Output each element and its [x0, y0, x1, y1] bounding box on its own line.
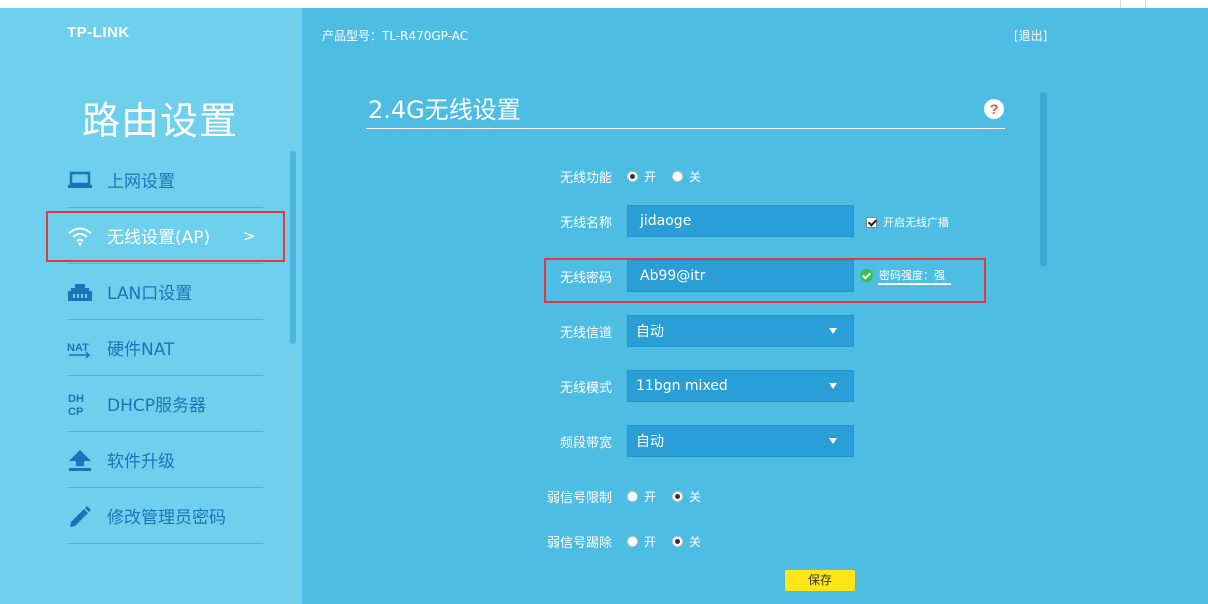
broadcast-label: 开启无线广播 — [883, 216, 949, 229]
wifi-icon — [67, 223, 93, 249]
wireless-func-off-radio[interactable] — [672, 171, 684, 182]
caret-down-icon — [829, 383, 837, 389]
sidebar-item-lan[interactable]: LAN口设置 — [67, 264, 263, 320]
logout-link[interactable]: [退出] — [1014, 27, 1047, 44]
weak-limit-radio-group: 开 关 — [627, 488, 717, 505]
caret-down-icon — [829, 328, 837, 334]
section-title: 2.4G无线设置 — [368, 96, 521, 124]
main-panel: 产品型号：TL-R470GP-AC [退出] 2.4G无线设置 ? 无线功能 开… — [302, 8, 1208, 604]
sidebar-title: 路由设置 — [82, 99, 239, 143]
channel-value: 自动 — [636, 324, 664, 340]
weak-limit-on-radio[interactable] — [627, 491, 638, 502]
top-strip — [0, 0, 1208, 8]
divider — [1120, 0, 1121, 8]
password-strength-bar — [878, 283, 951, 285]
sidebar-item-label: 软件升级 — [107, 452, 175, 472]
password-strength-text: 密码强度：强 — [879, 269, 945, 282]
ssid-label: 无线名称 — [559, 216, 612, 231]
svg-text:DH: DH — [68, 393, 84, 405]
nat-icon: NAT — [67, 335, 93, 361]
product-model: 产品型号：TL-R470GP-AC — [322, 29, 469, 43]
sidebar-item-admin-password[interactable]: 修改管理员密码 — [67, 488, 263, 544]
radio-label: 关 — [689, 170, 702, 184]
radio-label: 关 — [689, 535, 702, 549]
bandwidth-select[interactable]: 自动 — [627, 425, 854, 457]
weak-kick-label: 弱信号踢除 — [546, 536, 612, 551]
dhcp-icon: DH CP — [67, 391, 93, 417]
pencil-icon — [67, 503, 93, 529]
broadcast-checkbox-group: 开启无线广播 — [866, 214, 949, 230]
wireless-func-radio-group: 开 关 — [627, 168, 717, 185]
divider — [1145, 0, 1146, 8]
broadcast-checkbox[interactable] — [866, 216, 877, 228]
help-icon[interactable]: ? — [984, 99, 1004, 119]
radio-label: 关 — [689, 490, 702, 504]
sidebar-item-dhcp[interactable]: DH CP DHCP服务器 — [67, 376, 263, 432]
chevron-right-icon: > — [243, 226, 256, 245]
lan-port-icon — [67, 279, 93, 305]
bandwidth-value: 自动 — [636, 434, 664, 450]
password-input[interactable]: Ab99@itr — [627, 260, 854, 292]
sidebar-item-internet[interactable]: 上网设置 — [67, 152, 263, 208]
channel-label: 无线信道 — [559, 326, 612, 341]
wireless-func-label: 无线功能 — [559, 171, 612, 186]
password-label: 无线密码 — [559, 271, 612, 286]
mode-value: 11bgn mixed — [636, 378, 728, 394]
bandwidth-label: 频段带宽 — [559, 436, 612, 451]
upload-arrow-icon — [67, 447, 93, 473]
weak-kick-radio-group: 开 关 — [627, 533, 717, 550]
sidebar-item-label: 修改管理员密码 — [107, 508, 226, 528]
sidebar-item-label: 无线设置(AP) — [107, 228, 211, 248]
wireless-func-on-radio[interactable] — [627, 171, 638, 182]
svg-text:NAT: NAT — [67, 342, 89, 354]
sidebar-item-label: LAN口设置 — [107, 284, 193, 304]
radio-label: 开 — [644, 170, 657, 184]
svg-text:CP: CP — [68, 406, 83, 417]
main-scrollbar[interactable] — [1040, 92, 1047, 266]
check-circle-icon — [860, 268, 873, 282]
sidebar-item-wireless[interactable]: 无线设置(AP) > — [67, 208, 263, 264]
sidebar-item-nat[interactable]: NAT 硬件NAT — [67, 320, 263, 376]
sidebar-item-label: 上网设置 — [107, 172, 175, 192]
sidebar-item-label: DHCP服务器 — [107, 396, 206, 416]
brand-logo: TP-LINK — [67, 24, 130, 41]
sidebar-item-label: 硬件NAT — [107, 340, 175, 360]
ssid-input[interactable]: jidaoge — [627, 205, 854, 237]
caret-down-icon — [829, 438, 837, 444]
password-strength: 密码强度：强 — [860, 267, 945, 283]
channel-select[interactable]: 自动 — [627, 315, 854, 347]
section-divider — [366, 128, 1005, 129]
radio-label: 开 — [644, 535, 657, 549]
radio-label: 开 — [644, 490, 657, 504]
sidebar-scrollbar[interactable] — [290, 151, 296, 344]
laptop-icon — [67, 167, 93, 193]
weak-limit-label: 弱信号限制 — [546, 491, 612, 506]
weak-kick-on-radio[interactable] — [627, 536, 638, 547]
mode-label: 无线模式 — [559, 381, 612, 396]
weak-limit-off-radio[interactable] — [672, 491, 684, 502]
save-button[interactable]: 保存 — [785, 570, 855, 591]
mode-select[interactable]: 11bgn mixed — [627, 370, 854, 402]
weak-kick-off-radio[interactable] — [672, 536, 684, 547]
sidebar-item-upgrade[interactable]: 软件升级 — [67, 432, 263, 488]
